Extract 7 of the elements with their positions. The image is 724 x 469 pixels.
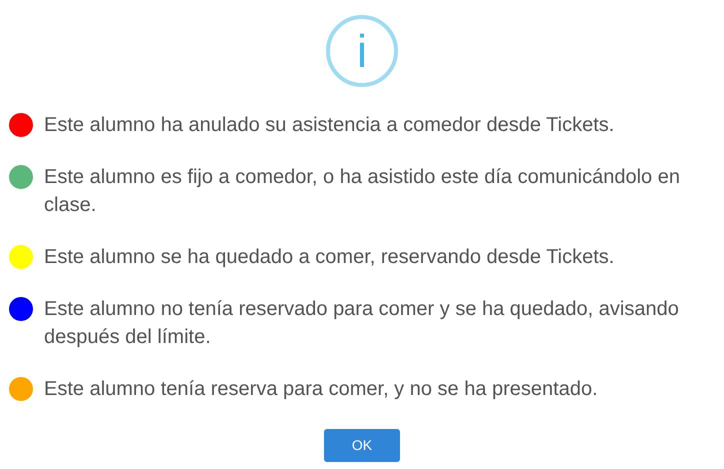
legend-text: Este alumno tenía reserva para comer, y no se ha presentado.: [44, 377, 599, 402]
legend-text: Este alumno no tenía reservado para comer y se ha quedado, avisando después del límite.: [44, 297, 680, 350]
legend-text: Este alumno ha anulado su asistencia a comedor desde Tickets.: [44, 113, 616, 138]
legend-text: Este alumno se ha quedado a comer, reservando desde Tickets.: [44, 245, 616, 270]
legend-text: Este alumno es fijo a comedor, o ha asistido este día comunicándolo en clase.: [44, 165, 681, 218]
ok-button[interactable]: OK: [324, 429, 400, 462]
info-icon: i: [326, 15, 398, 87]
